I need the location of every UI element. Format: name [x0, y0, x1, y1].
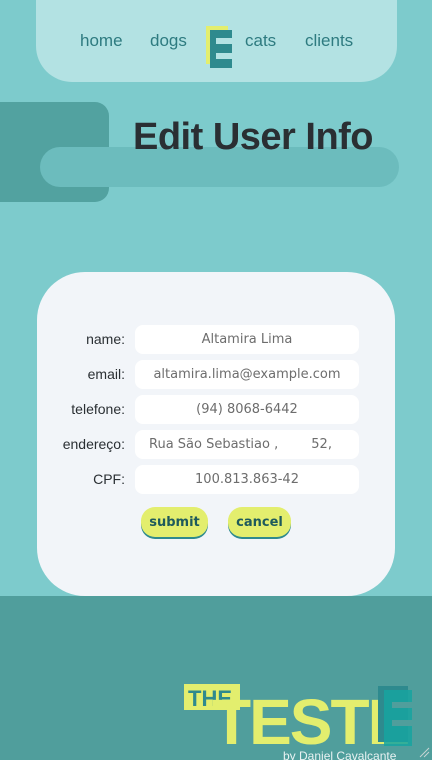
name-label: name: — [86, 331, 125, 347]
footer-logo: THE TESTE — [184, 684, 412, 748]
email-input[interactable] — [135, 360, 359, 389]
email-label: email: — [87, 366, 125, 382]
name-input[interactable] — [135, 325, 359, 354]
form-row-name: name: — [37, 325, 395, 355]
footer: THE TESTE by Daniel Cavalcante — [0, 596, 432, 760]
edit-user-form: name: email: telefone: endereço: CPF: su… — [37, 272, 395, 596]
nav-link-dogs[interactable]: dogs — [150, 31, 187, 51]
nav-link-home[interactable]: home — [80, 31, 123, 51]
footer-credit: by Daniel Cavalcante — [283, 749, 397, 760]
submit-button[interactable]: submit — [141, 507, 208, 537]
telefone-input[interactable] — [135, 395, 359, 424]
telefone-label: telefone: — [71, 401, 125, 417]
endereco-input[interactable] — [135, 430, 359, 459]
endereco-label: endereço: — [62, 436, 125, 452]
resize-grip-icon[interactable] — [418, 746, 430, 758]
form-row-telefone: telefone: — [37, 395, 395, 425]
cpf-label: CPF: — [93, 471, 125, 487]
nav-link-cats[interactable]: cats — [245, 31, 276, 51]
form-row-endereco: endereço: — [37, 430, 395, 460]
page-title: Edit User Info — [133, 116, 374, 158]
top-nav: home dogs cats clients — [36, 0, 397, 82]
cpf-input[interactable] — [135, 465, 359, 494]
cancel-button[interactable]: cancel — [228, 507, 291, 537]
form-row-email: email: — [37, 360, 395, 390]
form-row-cpf: CPF: — [37, 465, 395, 495]
nav-link-clients[interactable]: clients — [305, 31, 353, 51]
logo-e-icon[interactable] — [206, 26, 232, 68]
